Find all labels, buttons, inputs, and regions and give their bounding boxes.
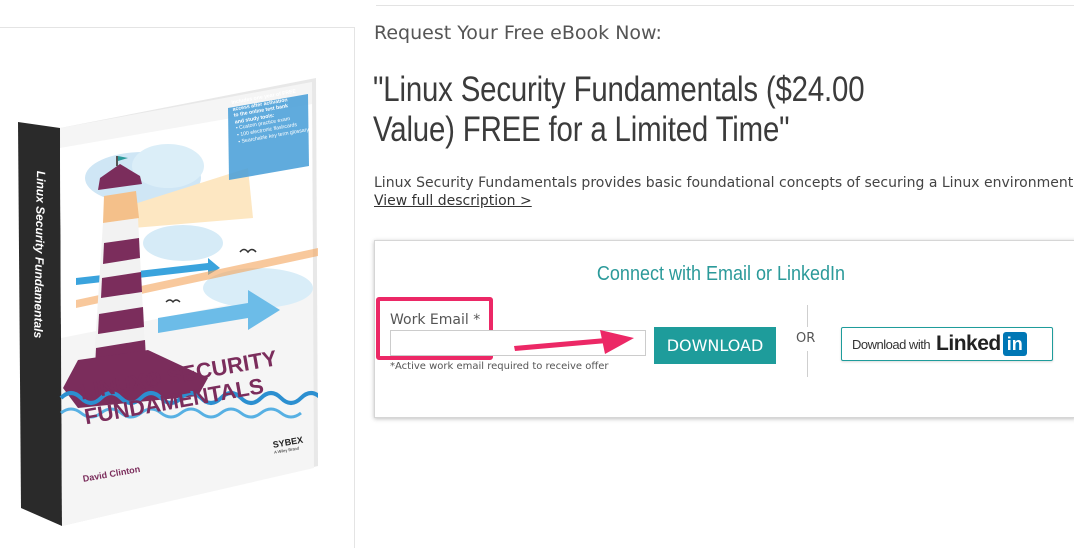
top-divider	[376, 5, 1074, 6]
download-button[interactable]: DOWNLOAD	[654, 327, 776, 364]
linkedin-in-icon: in	[1002, 332, 1027, 356]
request-label: Request Your Free eBook Now:	[374, 22, 662, 44]
linkedin-button-prefix: Download with	[852, 336, 931, 352]
or-label: OR	[796, 331, 816, 346]
email-field-label: Work Email *	[390, 312, 481, 328]
ebook-description: Linux Security Fundamentals provides bas…	[374, 175, 1074, 191]
book-spine-title: Linux Security Fundamentals	[31, 170, 48, 339]
book-cover-panel: Linux Security Fundamentals Includes one…	[0, 27, 355, 548]
arrow-annotation-icon	[514, 330, 634, 354]
linkedin-wordmark: Linked	[936, 332, 1001, 355]
or-divider-top	[807, 305, 808, 327]
download-with-linkedin-button[interactable]: Download with Linked in	[841, 327, 1053, 361]
book-cover-image	[18, 78, 318, 526]
email-requirement-note: *Active work email required to receive o…	[390, 361, 609, 372]
or-divider-bottom	[807, 351, 808, 377]
download-form-card: Connect with Email or LinkedIn Work Emai…	[374, 240, 1074, 418]
view-full-description-link[interactable]: View full description >	[374, 193, 532, 209]
connect-heading: Connect with Email or LinkedIn	[596, 263, 846, 285]
offer-title: "Linux Security Fundamentals ($24.00 Val…	[373, 70, 865, 149]
